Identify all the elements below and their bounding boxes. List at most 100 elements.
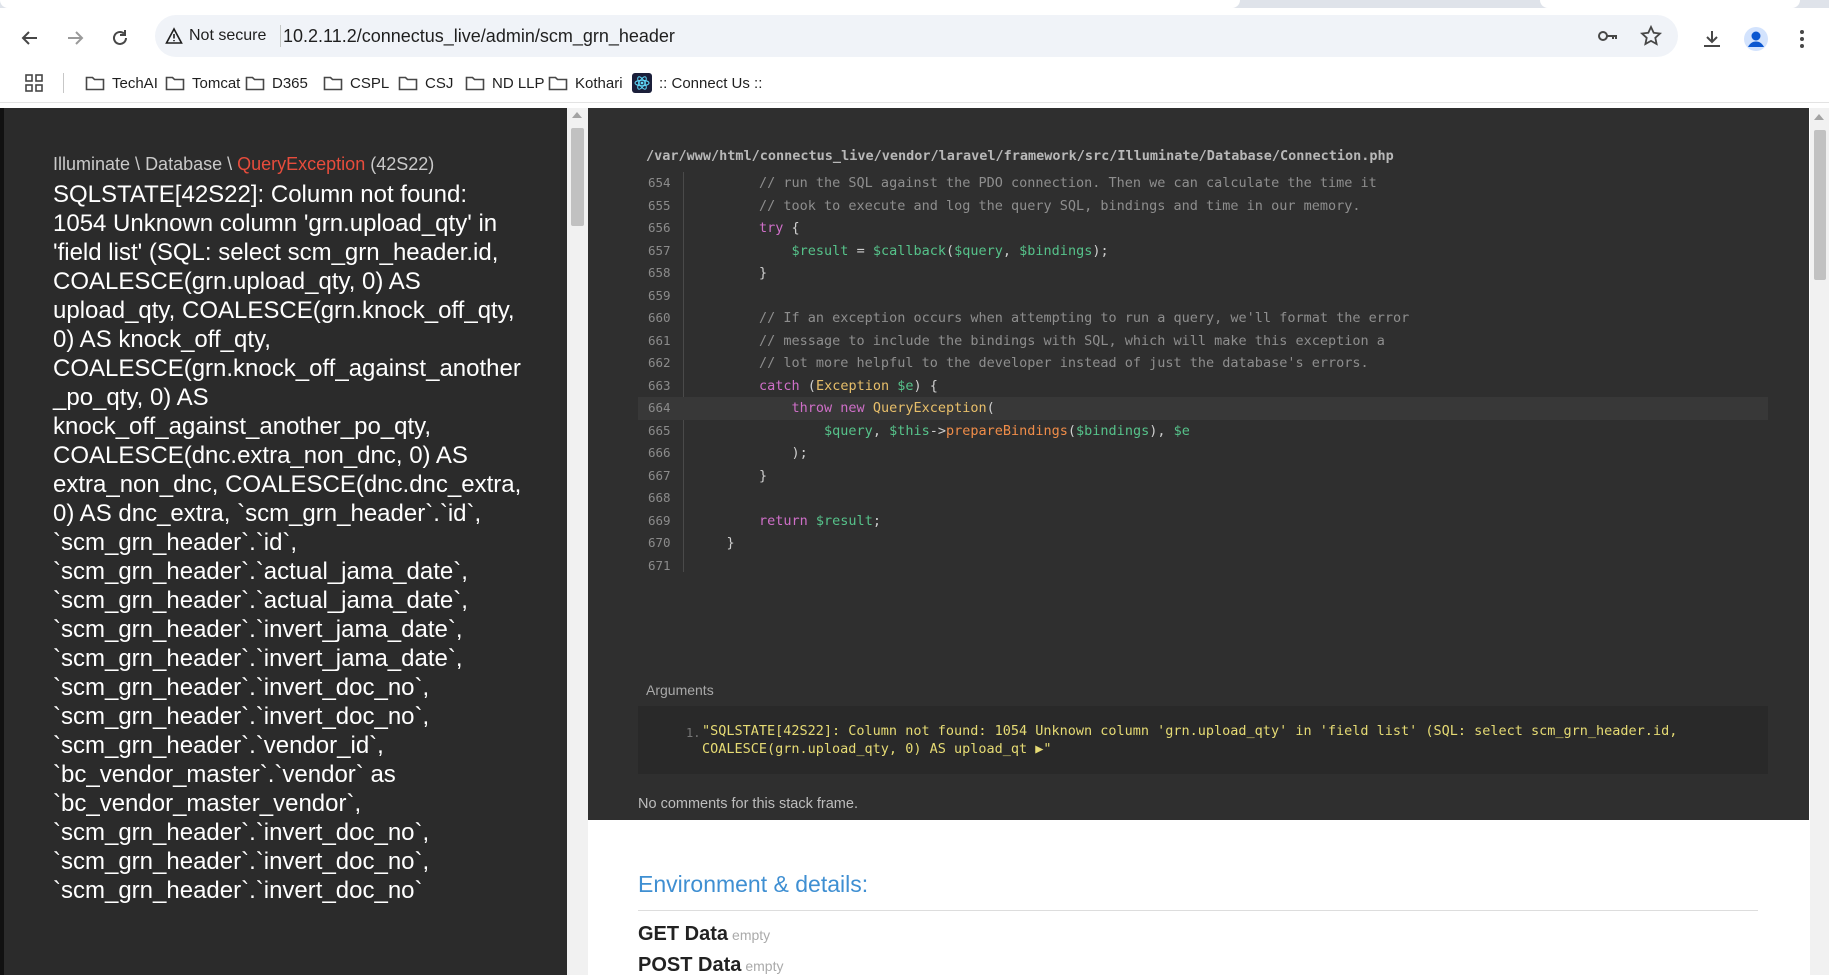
exception-class-path: Illuminate \ Database \ QueryException (… — [53, 154, 434, 175]
security-chip[interactable]: Not secure — [165, 23, 266, 49]
environment-section: GET Data empty — [638, 923, 770, 946]
line-number: 666 — [648, 445, 671, 460]
arguments-label: Arguments — [646, 682, 714, 698]
stack-frame-panel: /var/www/html/connectus_live/vendor/lara… — [588, 108, 1809, 820]
line-number: 662 — [648, 355, 671, 370]
download-icon[interactable] — [1698, 25, 1726, 53]
line-code: // run the SQL against the PDO connectio… — [694, 175, 1377, 191]
bookmark-label: ND LLP — [492, 74, 545, 92]
reload-icon — [113, 30, 127, 45]
scroll-up-arrow-icon[interactable] — [1814, 114, 1824, 120]
line-number: 665 — [648, 422, 671, 438]
apps-grid-icon[interactable] — [24, 71, 44, 95]
right-scrollbar[interactable] — [1810, 108, 1829, 975]
scroll-thumb[interactable] — [1814, 130, 1826, 280]
line-code: } — [694, 265, 768, 281]
argument-value[interactable]: "SQLSTATE[42S22]: Column not found: 1054… — [702, 722, 1752, 758]
environment-section: POST Data empty — [638, 954, 783, 975]
code-line: 655 // took to execute and log the query… — [638, 195, 1768, 218]
menu-kebab-icon[interactable] — [1788, 25, 1816, 53]
line-code: $query, $this->prepareBindings($bindings… — [694, 422, 1190, 439]
line-number: 659 — [648, 287, 671, 303]
profile-avatar-icon[interactable] — [1742, 25, 1770, 53]
code-line: 666 ); — [638, 442, 1768, 465]
line-number: 668 — [648, 490, 671, 505]
code-line: 661 // message to include the bindings w… — [638, 330, 1768, 353]
line-number: 669 — [648, 512, 671, 528]
folder-icon — [323, 74, 343, 92]
exception-message: SQLSTATE[42S22]: Column not found: 1054 … — [53, 181, 522, 904]
section-value: empty — [732, 927, 771, 943]
line-code: ); — [694, 445, 808, 461]
environment-title: Environment & details: — [638, 871, 869, 897]
bookmark-label: Kothari — [575, 74, 623, 92]
line-code: } — [694, 535, 735, 551]
line-number: 657 — [648, 242, 671, 258]
code-line: 663 catch (Exception $e) { — [638, 375, 1768, 398]
bookmark-item[interactable]: :: Connect Us :: — [632, 71, 762, 95]
folder-icon — [548, 74, 568, 92]
bookmark-star-icon[interactable] — [1639, 24, 1663, 48]
folder-icon — [165, 74, 185, 92]
folder-icon — [465, 74, 485, 92]
forward-arrow-icon — [68, 31, 84, 45]
bookmark-label: Tomcat — [192, 74, 241, 92]
scroll-thumb[interactable] — [571, 128, 584, 226]
code-line: 664 throw new QueryException( — [638, 397, 1768, 420]
argument-index: 1. — [686, 726, 701, 740]
back-arrow-icon — [21, 31, 37, 45]
line-code: // If an exception occurs when attemptin… — [694, 310, 1410, 326]
bookmark-item[interactable]: Kothari — [548, 71, 623, 95]
code-line: 660 // If an exception occurs when attem… — [638, 307, 1768, 330]
line-number: 655 — [648, 197, 671, 213]
back-button[interactable] — [15, 23, 45, 53]
folder-icon — [398, 74, 418, 92]
exception-code: (42S22) — [370, 154, 435, 174]
bookmark-item[interactable]: CSPL — [323, 71, 389, 95]
bookmark-item[interactable]: Tomcat — [165, 71, 240, 95]
bookmark-item[interactable]: TechAI — [85, 71, 158, 95]
arguments-box: 1. "SQLSTATE[42S22]: Column not found: 1… — [638, 706, 1768, 774]
folder-icon — [245, 74, 265, 92]
bookmark-label: D365 — [272, 74, 308, 92]
line-code: } — [694, 467, 768, 484]
namespace-separator: \ — [130, 154, 146, 174]
url-text[interactable]: 10.2.11.2/connectus_live/admin/scm_grn_h… — [283, 15, 675, 57]
browser-toolbar: Not secure 10.2.11.2/connectus_live/admi… — [0, 8, 1829, 63]
scroll-up-arrow-icon[interactable] — [572, 112, 582, 118]
line-number: 670 — [648, 535, 671, 550]
line-code: return $result; — [694, 512, 881, 529]
environment-divider — [638, 910, 1758, 911]
browser-tab-2[interactable] — [1540, 0, 1800, 8]
address-bar[interactable]: Not secure 10.2.11.2/connectus_live/admi… — [155, 15, 1678, 57]
bookmark-item[interactable]: D365 — [245, 71, 308, 95]
left-scrollbar[interactable] — [567, 108, 588, 975]
namespace-part: Database — [145, 154, 223, 174]
bookmark-item[interactable]: ND LLP — [465, 71, 545, 95]
bookmark-item[interactable]: CSJ — [398, 71, 453, 95]
password-key-icon[interactable] — [1596, 24, 1620, 48]
browser-tab[interactable] — [0, 0, 1240, 8]
line-code: try { — [694, 220, 800, 236]
react-icon — [632, 73, 652, 93]
reload-button[interactable] — [105, 23, 135, 53]
frame-file-path: /var/www/html/connectus_live/vendor/lara… — [646, 148, 1394, 164]
code-line: 656 try { — [638, 217, 1768, 240]
line-number: 671 — [648, 557, 671, 573]
line-number: 660 — [648, 310, 671, 325]
bookmark-label: :: Connect Us :: — [659, 74, 763, 92]
code-viewer: 654 // run the SQL against the PDO conne… — [638, 172, 1768, 572]
bookmarks-divider — [63, 73, 64, 93]
namespace-separator: \ — [222, 154, 238, 174]
error-page: Illuminate \ Database \ QueryException (… — [0, 104, 1829, 975]
bookmark-label: CSPL — [350, 74, 390, 92]
exception-panel: Illuminate \ Database \ QueryException (… — [0, 108, 567, 975]
bookmark-label: CSJ — [425, 74, 454, 92]
folder-icon — [85, 74, 105, 92]
omnibox-divider — [280, 25, 281, 47]
line-number: 661 — [648, 332, 671, 348]
forward-button[interactable] — [60, 23, 90, 53]
line-code: // lot more helpful to the developer ins… — [694, 355, 1369, 371]
line-number: 667 — [648, 467, 671, 483]
line-code: throw new QueryException( — [694, 400, 995, 416]
